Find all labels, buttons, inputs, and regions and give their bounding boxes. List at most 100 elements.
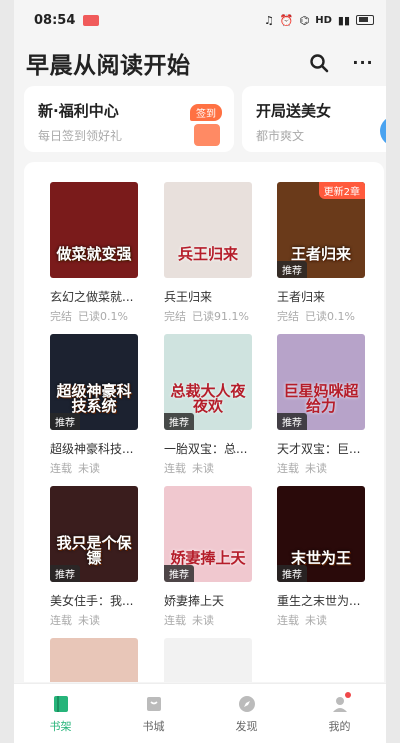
book-item[interactable]: 末世为王 推荐重生之末世为... 连载 未读 [267, 486, 367, 628]
cover-title: 王者归来 [290, 245, 351, 263]
book-title: 娇妻捧上天 [164, 594, 225, 608]
promo-title: 开局送美女 [256, 102, 332, 120]
page-title: 早晨从阅读开始 [26, 53, 191, 79]
read-progress: 已读0.1% [78, 310, 128, 323]
cover-title: 总裁大人夜夜欢 [170, 382, 246, 415]
bookshelf-icon [53, 695, 68, 712]
recommend-badge: 推荐 [277, 413, 307, 430]
book-item[interactable]: 娇妻捧上天 推荐娇妻捧上天连载 未读 [154, 486, 254, 628]
promo-row: 新·福利中心 每日签到领好礼 签到 开局送美女 都市爽文 › [24, 86, 386, 152]
signin-tag: 签到 [190, 104, 222, 121]
serial-status: 连载 [277, 614, 299, 627]
book-status: 连载 未读 [50, 460, 140, 476]
signal-icon: ▮▮ [337, 13, 350, 27]
bottom-tab-bar: 书架 书城 发现 我的 [14, 683, 386, 743]
book-title: 王者归来 [277, 290, 326, 304]
recommend-badge: 推荐 [277, 261, 307, 278]
book-cover[interactable]: 巨星妈咪超给力 推荐 [277, 334, 365, 430]
book-cover[interactable]: 我只是个保镖 推荐 [50, 486, 138, 582]
tab-bookshelf[interactable]: 书架 [14, 684, 107, 743]
book-item[interactable]: 王者归来 推荐 更新2章 王者归来 完结 已读0.1% [267, 182, 367, 324]
serial-status: 连载 [277, 462, 299, 475]
serial-status: 连载 [50, 462, 72, 475]
tab-label: 发现 [235, 719, 258, 733]
book-item[interactable]: 超级神豪科技系统 推荐超级神豪科技... 连载 未读 [40, 334, 140, 476]
read-progress: 已读0.1% [305, 310, 355, 323]
battery-icon [356, 15, 374, 25]
recommend-badge: 推荐 [164, 413, 194, 430]
book-item[interactable]: 做菜就变强玄幻之做菜就... 完结 已读0.1% [40, 182, 140, 324]
book-status: 连载 未读 [164, 460, 254, 476]
serial-status: 连载 [50, 614, 72, 627]
more-icon[interactable]: ··· [352, 52, 374, 74]
book-cover[interactable] [50, 638, 138, 682]
recommend-badge: 推荐 [50, 565, 80, 582]
book-title: 超级神豪科技... [50, 442, 134, 456]
tab-bookstore[interactable]: 书城 [107, 684, 200, 743]
book-status: 完结 已读0.1% [277, 308, 367, 324]
book-status: 连载 未读 [277, 460, 367, 476]
recommend-badge: 推荐 [164, 565, 194, 582]
cover-title: 兵王归来 [177, 245, 238, 263]
read-progress: 未读 [192, 614, 214, 627]
cover-title: 超级神豪科技系统 [56, 382, 132, 415]
notification-icon [83, 14, 100, 26]
book-title: 一胎双宝：总... [164, 442, 248, 456]
update-badge: 更新2章 [318, 182, 365, 199]
book-cover[interactable]: 王者归来 推荐 更新2章 [277, 182, 365, 278]
search-icon[interactable] [308, 52, 330, 74]
alarm-icon: ⏰ [279, 13, 294, 27]
book-cover[interactable]: 娇妻捧上天 推荐 [164, 486, 252, 582]
book-item[interactable]: 我只是个保镖 推荐美女住手：我... 连载 未读 [40, 486, 140, 628]
notification-dot [345, 692, 352, 698]
read-progress: 已读91.1% [192, 310, 249, 323]
book-cover[interactable]: 末世为王 推荐 [277, 486, 365, 582]
book-title: 美女住手：我... [50, 594, 134, 608]
book-status: 连载 未读 [164, 612, 254, 628]
read-progress: 未读 [192, 462, 214, 475]
book-status: 完结 已读0.1% [50, 308, 140, 324]
read-progress: 未读 [305, 462, 327, 475]
cover-title: 末世为王 [290, 549, 351, 567]
tab-discover[interactable]: 发现 [200, 684, 293, 743]
book-item[interactable] [40, 638, 140, 682]
book-cover[interactable]: 兵王归来 [164, 182, 252, 278]
tab-profile[interactable]: 我的 [293, 684, 386, 743]
recommend-badge: 推荐 [277, 565, 307, 582]
cover-title: 做菜就变强 [56, 245, 132, 263]
serial-status: 完结 [50, 310, 72, 323]
book-item[interactable]: 兵王归来 兵王归来 完结 已读91.1% [154, 182, 254, 324]
book-cover[interactable]: 超级神豪科技系统 推荐 [50, 334, 138, 430]
book-title: 玄幻之做菜就... [50, 290, 134, 304]
book-cover[interactable]: 做菜就变强 [50, 182, 138, 278]
book-item[interactable]: 总裁大人夜夜欢 推荐一胎双宝：总... 连载 未读 [154, 334, 254, 476]
app-screen: 08:54 ♫ ⏰ ⌬ HD ▮▮ 早晨从阅读开始 ··· 新·福利中心 每日签… [14, 0, 386, 743]
book-status: 连载 未读 [277, 612, 367, 628]
serial-status: 完结 [164, 310, 186, 323]
promo-subtitle: 每日签到领好礼 [38, 129, 123, 143]
read-progress: 未读 [78, 614, 100, 627]
book-item[interactable]: 巨星妈咪超给力 推荐天才双宝：巨... 连载 未读 [267, 334, 367, 476]
book-status: 完结 已读91.1% [164, 308, 254, 324]
promo-urban-novel[interactable]: 开局送美女 都市爽文 › [242, 86, 386, 152]
promo-welfare-center[interactable]: 新·福利中心 每日签到领好礼 签到 [24, 86, 234, 152]
book-cover[interactable] [164, 638, 252, 682]
mute-icon: ♫ [264, 13, 274, 27]
book-title: 重生之末世为... [277, 594, 361, 608]
cover-title: 巨星妈咪超给力 [283, 382, 359, 415]
book-title: 天才双宝：巨... [277, 442, 361, 456]
serial-status: 连载 [164, 614, 186, 627]
promo-subtitle: 都市爽文 [256, 129, 305, 143]
book-cover[interactable]: 总裁大人夜夜欢 推荐 [164, 334, 252, 430]
status-icons: ♫ ⏰ ⌬ HD ▮▮ [264, 14, 374, 27]
wifi-icon: ⌬ [299, 13, 310, 27]
recommend-badge: 推荐 [50, 413, 80, 430]
cover-title: 我只是个保镖 [56, 534, 132, 567]
read-progress: 未读 [78, 462, 100, 475]
serial-status: 连载 [164, 462, 186, 475]
tab-label: 书城 [142, 719, 165, 733]
read-progress: 未读 [305, 614, 327, 627]
book-status: 连载 未读 [50, 612, 140, 628]
book-item[interactable] [154, 638, 254, 682]
tab-label: 书架 [49, 719, 72, 733]
